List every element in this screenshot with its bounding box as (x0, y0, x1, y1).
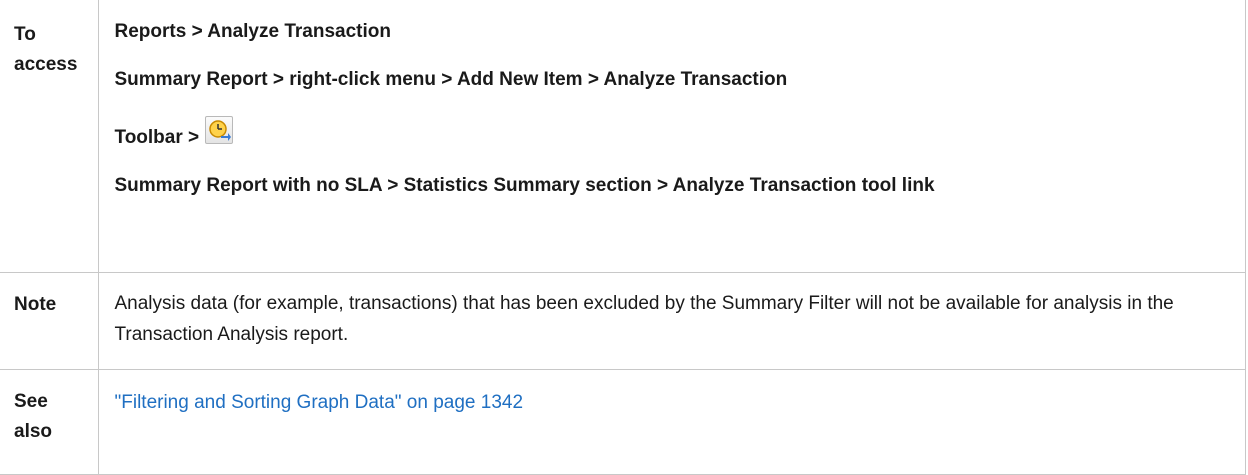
see-also-label: See also (14, 391, 53, 442)
access-path-reports: Reports > Analyze Transaction (114, 21, 391, 42)
note-label-cell: Note (0, 272, 99, 370)
note-label: Note (14, 294, 57, 315)
to-access-label-cell: To access (0, 0, 99, 273)
access-path-toolbar: Toolbar > (115, 116, 1228, 150)
access-path-no-sla: Summary Report with no SLA > Statistics … (114, 175, 935, 196)
access-path-toolbar-text: Toolbar > (114, 127, 200, 148)
clock-icon (209, 120, 232, 141)
to-access-label: To access (14, 24, 78, 75)
to-access-row: To access Reports > Analyze Transaction … (0, 0, 1246, 273)
access-path-summary-report: Summary Report > right-click menu > Add … (114, 69, 788, 90)
see-also-label-cell: See also (0, 369, 99, 475)
note-row: Note Analysis data (for example, transac… (0, 272, 1246, 370)
info-table: To access Reports > Analyze Transaction … (0, 0, 1246, 475)
filtering-sorting-link[interactable]: "Filtering and Sorting Graph Data" on pa… (115, 392, 524, 413)
analyze-transaction-clock-icon (205, 116, 234, 144)
see-also-row: See also "Filtering and Sorting Graph Da… (0, 369, 1246, 475)
note-content-cell: Analysis data (for example, transactions… (97, 272, 1246, 370)
note-text: Analysis data (for example, transactions… (114, 293, 1174, 345)
to-access-content-cell: Reports > Analyze Transaction Summary Re… (97, 0, 1246, 273)
see-also-content-cell: "Filtering and Sorting Graph Data" on pa… (97, 369, 1246, 475)
